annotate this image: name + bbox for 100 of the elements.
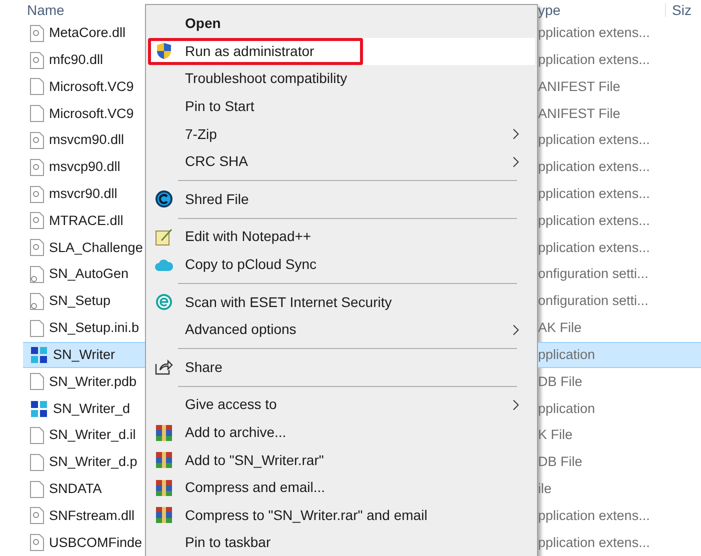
file-type-cell-text: pplication extens...	[538, 534, 651, 552]
file-name: Microsoft.VC9	[49, 104, 134, 123]
menu-item[interactable]: Add to "SN_Writer.rar"	[148, 446, 535, 474]
menu-item-label: Scan with ESET Internet Security	[185, 292, 392, 312]
file-name: USBCOMFinde	[49, 534, 142, 552]
gear-document-icon	[30, 52, 44, 69]
menu-item-label: Compress to "SN_Writer.rar" and email	[185, 506, 428, 525]
file-name-cell[interactable]: msvcr90.dll	[23, 180, 145, 208]
file-name-cell[interactable]: Microsoft.VC9	[23, 73, 145, 100]
gear-document-icon	[30, 292, 44, 310]
file-type-cell-text: pplication extens...	[538, 131, 651, 150]
menu-item-label: Compress and email...	[185, 478, 326, 498]
file-type-cell-text: pplication extens...	[538, 185, 651, 203]
file-type-cell-text: onfiguration setti...	[538, 265, 650, 284]
cubes-icon	[30, 400, 48, 418]
document-icon	[30, 78, 44, 96]
file-name: msvcr90.dll	[49, 185, 118, 203]
file-name-cell[interactable]: SN_Writer_d.il	[23, 422, 145, 449]
menu-item-label: Troubleshoot compatibility	[185, 69, 348, 88]
file-type-cell-text: ANIFEST File	[538, 78, 622, 96]
file-name-cell[interactable]: SN_Setup	[23, 288, 145, 315]
file-name-cell[interactable]: SNDATA	[23, 476, 145, 502]
file-name-cell[interactable]: SNFstream.dll	[23, 502, 145, 530]
file-name-cell[interactable]: SN_Writer_d	[23, 395, 145, 422]
menu-item[interactable]: 7-Zip	[148, 120, 535, 148]
document-icon	[30, 373, 44, 390]
file-name: SN_Writer_d.p	[49, 453, 138, 472]
file-name: msvcm90.dll	[49, 131, 124, 150]
file-name-cell[interactable]: SN_Setup.ini.b	[23, 314, 145, 342]
menu-item-label: Copy to pCloud Sync	[185, 255, 317, 274]
file-type-cell-text: AK File	[538, 319, 583, 338]
file-name-cell[interactable]: SN_Writer	[23, 342, 145, 368]
shield-icon	[156, 42, 172, 60]
document-icon	[30, 426, 44, 444]
menu-item[interactable]: Give access to	[148, 391, 535, 419]
file-name-cell[interactable]: SLA_Challenge	[23, 234, 145, 262]
gear-document-icon	[30, 158, 44, 176]
menu-item[interactable]: Add to archive...	[148, 418, 535, 446]
menu-item[interactable]: Compress to "SN_Writer.rar" and email	[148, 502, 535, 530]
file-name: SN_Writer_d	[53, 400, 130, 418]
file-type-cell-text: pplication extens...	[538, 24, 651, 42]
file-name: mfc90.dll	[49, 50, 104, 69]
file-name-cell[interactable]: MetaCore.dll	[23, 20, 145, 47]
file-name-cell[interactable]: msvcp90.dll	[23, 154, 145, 181]
document-icon	[30, 480, 44, 498]
file-type-cell-text: pplication extens...	[538, 238, 651, 257]
column-header[interactable]: Siz	[666, 2, 692, 17]
column-header[interactable]: ype	[538, 2, 666, 17]
file-type-cell-text: DB File	[538, 453, 584, 472]
menu-item[interactable]: Copy to pCloud Sync	[148, 250, 535, 278]
file-name: SLA_Challenge	[49, 238, 143, 257]
file-type-cell-text: pplication extens...	[538, 506, 651, 525]
gear-document-icon	[30, 239, 44, 256]
menu-item[interactable]: Edit with Notepad++	[148, 223, 535, 251]
file-name-cell[interactable]: SN_AutoGen	[23, 261, 145, 288]
file-type-cell-text: DB File	[538, 372, 584, 391]
file-name: SN_Writer_d.il	[49, 426, 136, 444]
file-name-cell[interactable]: SN_Writer.pdb	[23, 368, 145, 396]
file-type-cell-text: K File	[538, 426, 574, 444]
archive-books-icon	[155, 478, 173, 497]
menu-item[interactable]: Pin to taskbar	[148, 529, 535, 556]
archive-books-icon	[155, 506, 173, 524]
menu-item[interactable]: Troubleshoot compatibility	[148, 65, 535, 93]
menu-item[interactable]: Run as administrator	[148, 38, 535, 66]
file-name-cell[interactable]: SN_Writer_d.p	[23, 448, 145, 476]
menu-item[interactable]: Advanced options	[148, 316, 535, 344]
file-name: SN_Writer	[53, 346, 116, 364]
archive-books-icon	[155, 451, 173, 470]
gear-document-icon	[30, 534, 44, 552]
file-name-cell[interactable]: msvcm90.dll	[23, 127, 145, 154]
menu-item[interactable]: Shred File	[148, 186, 535, 214]
file-type-cell-text: pplication extens...	[538, 50, 651, 69]
file-name-cell[interactable]: USBCOMFinde	[23, 529, 145, 556]
file-name: SN_Setup	[49, 292, 111, 310]
file-name-cell[interactable]: Microsoft.VC9	[23, 100, 145, 128]
file-name: SNFstream.dll	[49, 506, 135, 525]
file-name: MTRACE.dll	[49, 212, 124, 230]
menu-item-label: CRC SHA	[185, 152, 248, 172]
menu-item-label: Edit with Notepad++	[185, 227, 312, 246]
menu-item[interactable]: Pin to Start	[148, 92, 535, 120]
column-header[interactable]: Name	[27, 2, 64, 17]
menu-item[interactable]: CRC SHA	[148, 148, 535, 176]
menu-item[interactable]: Open	[148, 10, 535, 38]
menu-item-label: Advanced options	[185, 320, 296, 340]
menu-item-label: 7-Zip	[185, 124, 217, 144]
menu-item-label: Open	[185, 14, 221, 34]
file-type-cell: pplication	[538, 342, 701, 368]
document-icon	[30, 105, 44, 122]
file-type-cell-text: pplication extens...	[538, 212, 651, 230]
file-name-cell[interactable]: MTRACE.dll	[23, 208, 145, 234]
file-name: SN_Setup.ini.b	[49, 319, 140, 338]
file-name-cell[interactable]: mfc90.dll	[23, 46, 145, 74]
file-name: SN_AutoGen	[49, 265, 129, 284]
menu-item-label: Shred File	[185, 190, 249, 209]
gear-document-icon	[30, 212, 44, 230]
menu-item[interactable]: Share	[148, 354, 535, 382]
menu-item[interactable]: Compress and email...	[148, 474, 535, 502]
menu-item[interactable]: Scan with ESET Internet Security	[148, 288, 535, 316]
archive-books-icon	[155, 424, 173, 442]
gear-document-icon	[30, 186, 44, 203]
